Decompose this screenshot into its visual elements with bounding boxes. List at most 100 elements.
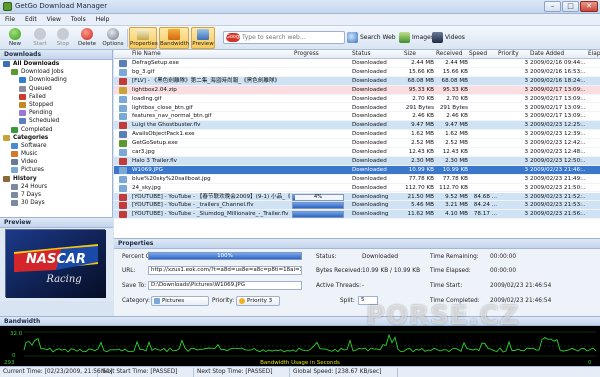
table-row[interactable]: car3.jpg Downloaded 12.43 KB 12.43 KB 3 2009/… <box>114 148 600 157</box>
table-row[interactable]: [YOUTUBE] - YouTube - 【春节联欢晚会2009】(9-1) … <box>114 192 600 202</box>
cell-priority: 3 <box>524 68 528 75</box>
properties-button[interactable]: Properties <box>129 27 158 49</box>
table-row[interactable]: DefragSetup.exe Downloaded 2.44 MB 2.44 MB 3… <box>114 59 600 68</box>
tree-item-24-hours[interactable]: 24 Hours <box>0 183 112 191</box>
cell-size: 11.62 MB <box>407 211 434 218</box>
column-header-priority[interactable]: Priority <box>498 51 519 57</box>
table-row[interactable]: features_nav_normal_btn.gif Downloaded 2.4… <box>114 112 600 122</box>
table-row[interactable]: Halo 3 Trailer.flv Downloaded 2.30 MB 2.30 … <box>114 156 600 166</box>
tree-item-pictures[interactable]: Pictures <box>0 166 112 174</box>
tree-item-music[interactable]: Music <box>0 150 112 158</box>
table-row[interactable]: [FLV] - 《黑色劍離隊》第二集_海盜時尚報_《黑色劍離隊》 Download… <box>114 76 600 86</box>
cell-date: 2009/02/23 21:46:... <box>530 166 586 173</box>
table-row[interactable]: AvailsObjectPack1.exe Downloaded 1.62 MB 1.… <box>114 130 600 140</box>
start-label: Start <box>33 41 47 47</box>
tree-item-icon <box>11 142 18 149</box>
table-row[interactable]: [YOUTUBE] - YouTube - _Slumdog_Millionai… <box>114 210 600 220</box>
column-header-elap[interactable]: Elap <box>588 51 600 57</box>
menu-edit[interactable]: Edit <box>20 14 42 23</box>
cell-name: blue%20sky%20sailboat.jpg <box>132 175 211 182</box>
search-web-button[interactable]: Search Web <box>346 29 396 46</box>
url-field[interactable]: http://xzus1.eok.com/?t=a8d=us8e=a8c=p8t… <box>148 266 302 275</box>
tree-item-icon <box>11 200 18 207</box>
saveto-field[interactable]: D:\Downloads\Pictures\W1069.JPG <box>148 281 302 290</box>
tree-item-download-jobs[interactable]: Download Jobs <box>0 68 112 76</box>
close-button[interactable]: ✕ <box>580 1 598 12</box>
options-button[interactable]: Options <box>101 27 125 49</box>
row-progress-bar <box>292 211 344 219</box>
tree-item-completed[interactable]: Completed <box>0 126 112 134</box>
cell-status: Downloaded <box>352 122 387 129</box>
tree-item-7-days[interactable]: 7 Days <box>0 191 112 199</box>
table-row[interactable]: [YOUTUBE] - YouTube - _trailers_Channel.… <box>114 201 600 211</box>
tree-item-stopped[interactable]: Stopped <box>0 101 112 109</box>
table-row[interactable]: W1069.JPG Downloaded 10.99 KB 10.99 KB 3 2009… <box>114 165 600 175</box>
tree-item-label: Scheduled <box>29 118 60 125</box>
table-row[interactable]: GetGoSetup.exe Downloaded 2.52 MB 2.52 MB 3 2… <box>114 139 600 148</box>
logo-main-text: NASCAR <box>26 252 86 267</box>
cell-size: 12.43 KB <box>408 149 434 155</box>
cell-size: 10.99 KB <box>408 166 434 173</box>
file-icon <box>119 193 127 201</box>
images-button[interactable]: Images <box>398 29 434 46</box>
menu-tools[interactable]: Tools <box>66 14 91 23</box>
remaining-label: Time Remaining: <box>430 254 479 260</box>
cell-received: 2.52 MB <box>445 140 468 147</box>
table-row[interactable]: lightbox_close_btn.gif Downloaded 291 Byte… <box>114 104 600 113</box>
column-header-date-added[interactable]: Date Added <box>530 51 564 57</box>
search-input[interactable] <box>242 32 338 43</box>
menu-file[interactable]: File <box>0 14 20 23</box>
magnifier-icon <box>347 32 358 43</box>
preview-button[interactable]: Preview <box>191 27 215 49</box>
column-header-size[interactable]: Size <box>404 51 416 57</box>
tree-item-all-downloads[interactable]: All Downloads <box>0 60 112 68</box>
new-button[interactable]: New <box>4 27 26 49</box>
stop-icon <box>57 28 69 40</box>
tree-item-queued[interactable]: Queued <box>0 85 112 93</box>
google-icon: Google <box>226 33 244 42</box>
table-row[interactable]: Luigi the Ghostbuster.flv Downloaded 9.47 … <box>114 121 600 131</box>
tree-item-software[interactable]: Software <box>0 142 112 150</box>
tree-item-categories[interactable]: Categories <box>0 134 112 142</box>
table-row[interactable]: blue%20sky%20sailboat.jpg Downloaded 77.78… <box>114 175 600 184</box>
menu-help[interactable]: Help <box>91 14 115 23</box>
tree-item-history[interactable]: History <box>0 175 112 183</box>
minimize-button[interactable]: – <box>544 1 561 12</box>
stop-button[interactable]: Stop <box>53 27 73 49</box>
maximize-button[interactable]: □ <box>562 1 579 12</box>
bandwidth-button[interactable]: Bandwidth <box>159 27 189 49</box>
column-header-received[interactable]: Received <box>436 51 462 57</box>
column-header-speed[interactable]: Speed <box>469 51 487 57</box>
file-icon <box>119 77 127 85</box>
tree-item-icon <box>19 118 26 125</box>
tree-item-scheduled[interactable]: Scheduled <box>0 117 112 125</box>
column-header-file-name[interactable]: File Name <box>132 51 161 57</box>
table-row[interactable]: 24_sky.jpg Downloaded 112.70 KB 112.70 KB 3 2… <box>114 184 600 193</box>
cell-status: Downloaded <box>352 95 387 102</box>
cell-status: Downloaded <box>352 175 387 182</box>
tree-item-video[interactable]: Video <box>0 158 112 166</box>
table-row[interactable]: lightbox2.04.zip Downloaded 95.33 KB 95.33 … <box>114 85 600 95</box>
search-box[interactable]: Google <box>223 31 345 44</box>
cell-speed: 84.24 ... <box>473 202 497 209</box>
category-select[interactable]: Pictures <box>151 296 209 306</box>
cell-date: 2009/02/23 21:53:... <box>530 202 586 209</box>
table-row[interactable]: bg_3.gif Downloaded 15.66 KB 15.66 KB 3 2009/… <box>114 68 600 77</box>
tree-item-30-days[interactable]: 30 Days <box>0 199 112 207</box>
videos-button[interactable]: Videos <box>431 29 467 46</box>
menu-view[interactable]: View <box>42 14 66 23</box>
cell-date: 2009/02/17 13:09:... <box>530 95 586 102</box>
tree-item-downloading[interactable]: Downloading <box>0 76 112 84</box>
percent-progress-bar: 100% <box>148 252 302 260</box>
column-header-progress[interactable]: Progress <box>294 51 319 57</box>
start-button[interactable]: Start <box>29 27 51 49</box>
delete-button[interactable]: Delete <box>76 27 98 49</box>
tree-item-pending[interactable]: Pending <box>0 109 112 117</box>
priority-select[interactable]: Priority 3 <box>236 296 280 306</box>
cell-status: Downloading <box>352 193 389 200</box>
bandwidth-label: Bandwidth <box>160 41 190 47</box>
table-row[interactable]: loading.gif Downloaded 2.70 KB 2.70 KB 3 2009… <box>114 95 600 104</box>
column-header-status[interactable]: Status <box>352 51 370 57</box>
tree-item-failed[interactable]: Failed <box>0 93 112 101</box>
toolbar-separator <box>127 29 128 47</box>
